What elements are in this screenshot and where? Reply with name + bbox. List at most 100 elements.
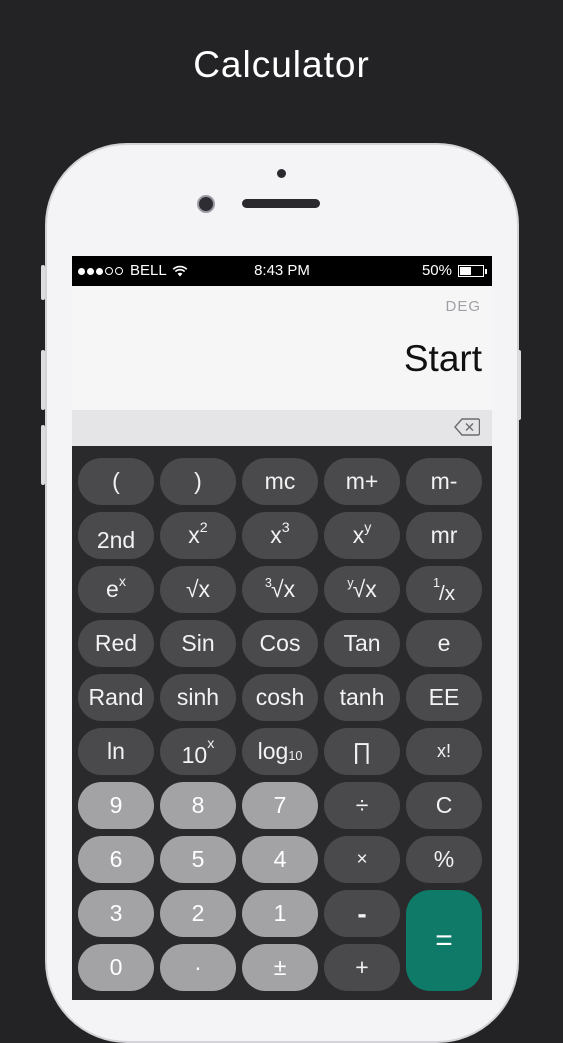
key-0[interactable]: 0 (78, 944, 154, 991)
key-label: 3 (109, 900, 123, 926)
key-label: 0 (109, 954, 123, 980)
key-tanh[interactable]: tanh (324, 674, 400, 721)
key-clear[interactable]: C (406, 782, 482, 829)
key-tan[interactable]: Tan (324, 620, 400, 667)
key-root-index: y (347, 575, 354, 590)
key-7[interactable]: 7 (242, 782, 318, 829)
key-2nd[interactable]: 2nd (78, 512, 154, 559)
key-label: x! (436, 741, 451, 761)
key-exponent: x (118, 574, 126, 591)
key-mr[interactable]: mr (406, 512, 482, 559)
battery-percent: 50% (421, 262, 452, 279)
key-label: Tan (343, 630, 381, 656)
key-8[interactable]: 8 (160, 782, 236, 829)
key-exponent: 2 (199, 520, 208, 537)
key-label: × (356, 848, 368, 870)
key-1[interactable]: 1 (242, 890, 318, 937)
status-right: 50% (421, 262, 487, 279)
key-label: √x (270, 576, 296, 602)
key-subscript: 10 (288, 748, 303, 763)
key-label: m+ (345, 468, 379, 494)
key-x-pow-y[interactable]: xy (324, 512, 400, 559)
key-x-cubed[interactable]: x3 (242, 512, 318, 559)
key-mc[interactable]: mc (242, 458, 318, 505)
key-pi[interactable]: ∏ (324, 728, 400, 775)
key-label: 2 (191, 900, 205, 926)
key-label: mr (430, 522, 458, 548)
key-exponent: 3 (281, 520, 290, 537)
key-paren-open[interactable]: ( (78, 458, 154, 505)
key-label: e (106, 576, 119, 602)
battery-fill (460, 266, 471, 275)
key-label: 6 (109, 846, 123, 872)
key-label: EE (428, 684, 460, 710)
phone-side-button-silent (41, 265, 45, 300)
key-label: tanh (339, 684, 385, 710)
phone-side-button-volume-down (41, 425, 45, 485)
key-sinh[interactable]: sinh (160, 674, 236, 721)
key-rand[interactable]: Rand (78, 674, 154, 721)
key-label: ) (194, 468, 202, 494)
phone-screen: BELL 8:43 PM 50% DEG Start ( ) mc m+ m- … (72, 256, 492, 1000)
key-ten-pow-x[interactable]: 10 x (160, 728, 236, 775)
key-divide[interactable]: ÷ (324, 782, 400, 829)
key-label: x (352, 522, 365, 548)
key-percent[interactable]: % (406, 836, 482, 883)
key-label: e (437, 630, 451, 656)
key-label: log (257, 738, 289, 764)
key-square-root[interactable]: √x (160, 566, 236, 613)
key-label: Red (94, 630, 138, 656)
key-reciprocal[interactable]: 1/x (406, 566, 482, 613)
key-x-squared[interactable]: x2 (160, 512, 236, 559)
key-4[interactable]: 4 (242, 836, 318, 883)
key-label: + (355, 954, 369, 980)
backspace-icon[interactable] (454, 418, 480, 436)
key-3[interactable]: 3 (78, 890, 154, 937)
key-ee[interactable]: EE (406, 674, 482, 721)
proximity-sensor (277, 169, 286, 178)
key-m-plus[interactable]: m+ (324, 458, 400, 505)
key-plus-minus[interactable]: ± (242, 944, 318, 991)
key-cube-root[interactable]: 3 √x (242, 566, 318, 613)
key-rad[interactable]: Red (78, 620, 154, 667)
key-y-root[interactable]: y √x (324, 566, 400, 613)
key-2[interactable]: 2 (160, 890, 236, 937)
key-e[interactable]: e (406, 620, 482, 667)
key-decimal[interactable]: · (160, 944, 236, 991)
key-factorial[interactable]: x! (406, 728, 482, 775)
key-log10[interactable]: log 10 (242, 728, 318, 775)
key-ln[interactable]: ln (78, 728, 154, 775)
key-minus[interactable]: - (324, 890, 400, 937)
key-9[interactable]: 9 (78, 782, 154, 829)
key-5[interactable]: 5 (160, 836, 236, 883)
key-paren-close[interactable]: ) (160, 458, 236, 505)
key-sin[interactable]: Sin (160, 620, 236, 667)
key-m-minus[interactable]: m- (406, 458, 482, 505)
key-exponent: y (364, 520, 372, 537)
key-label: mc (264, 468, 296, 494)
key-multiply[interactable]: × (324, 836, 400, 883)
key-label: Cos (259, 630, 301, 656)
key-label: % (433, 846, 455, 872)
angle-mode-indicator[interactable]: DEG (445, 298, 481, 315)
key-label: = (435, 923, 453, 957)
phone-side-button-power (517, 350, 521, 420)
key-label: Sin (181, 630, 215, 656)
key-label: sinh (176, 684, 220, 710)
edit-bar (72, 410, 492, 446)
key-equals[interactable]: = (406, 890, 482, 991)
display-value: Start (403, 338, 482, 379)
key-label: 8 (191, 792, 205, 818)
key-e-pow-x[interactable]: ex (78, 566, 154, 613)
page-headline: Calculator (193, 44, 370, 85)
key-label: cosh (255, 684, 305, 710)
key-6[interactable]: 6 (78, 836, 154, 883)
key-cosh[interactable]: cosh (242, 674, 318, 721)
key-label: /x (438, 581, 456, 605)
key-label: ÷ (355, 792, 369, 818)
front-camera-icon (197, 195, 215, 213)
key-cos[interactable]: Cos (242, 620, 318, 667)
key-label: Rand (88, 684, 144, 710)
key-plus[interactable]: + (324, 944, 400, 991)
calculator-display: DEG Start (72, 286, 492, 410)
